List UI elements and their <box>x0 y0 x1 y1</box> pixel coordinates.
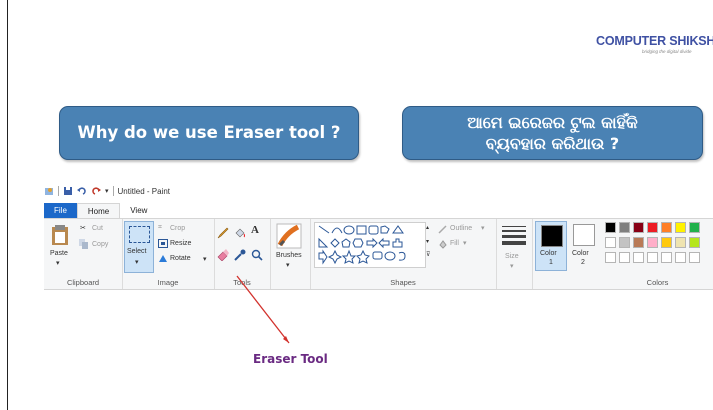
annotation-arrow <box>236 275 290 344</box>
eraser-tool-label: Eraser Tool <box>253 352 328 366</box>
